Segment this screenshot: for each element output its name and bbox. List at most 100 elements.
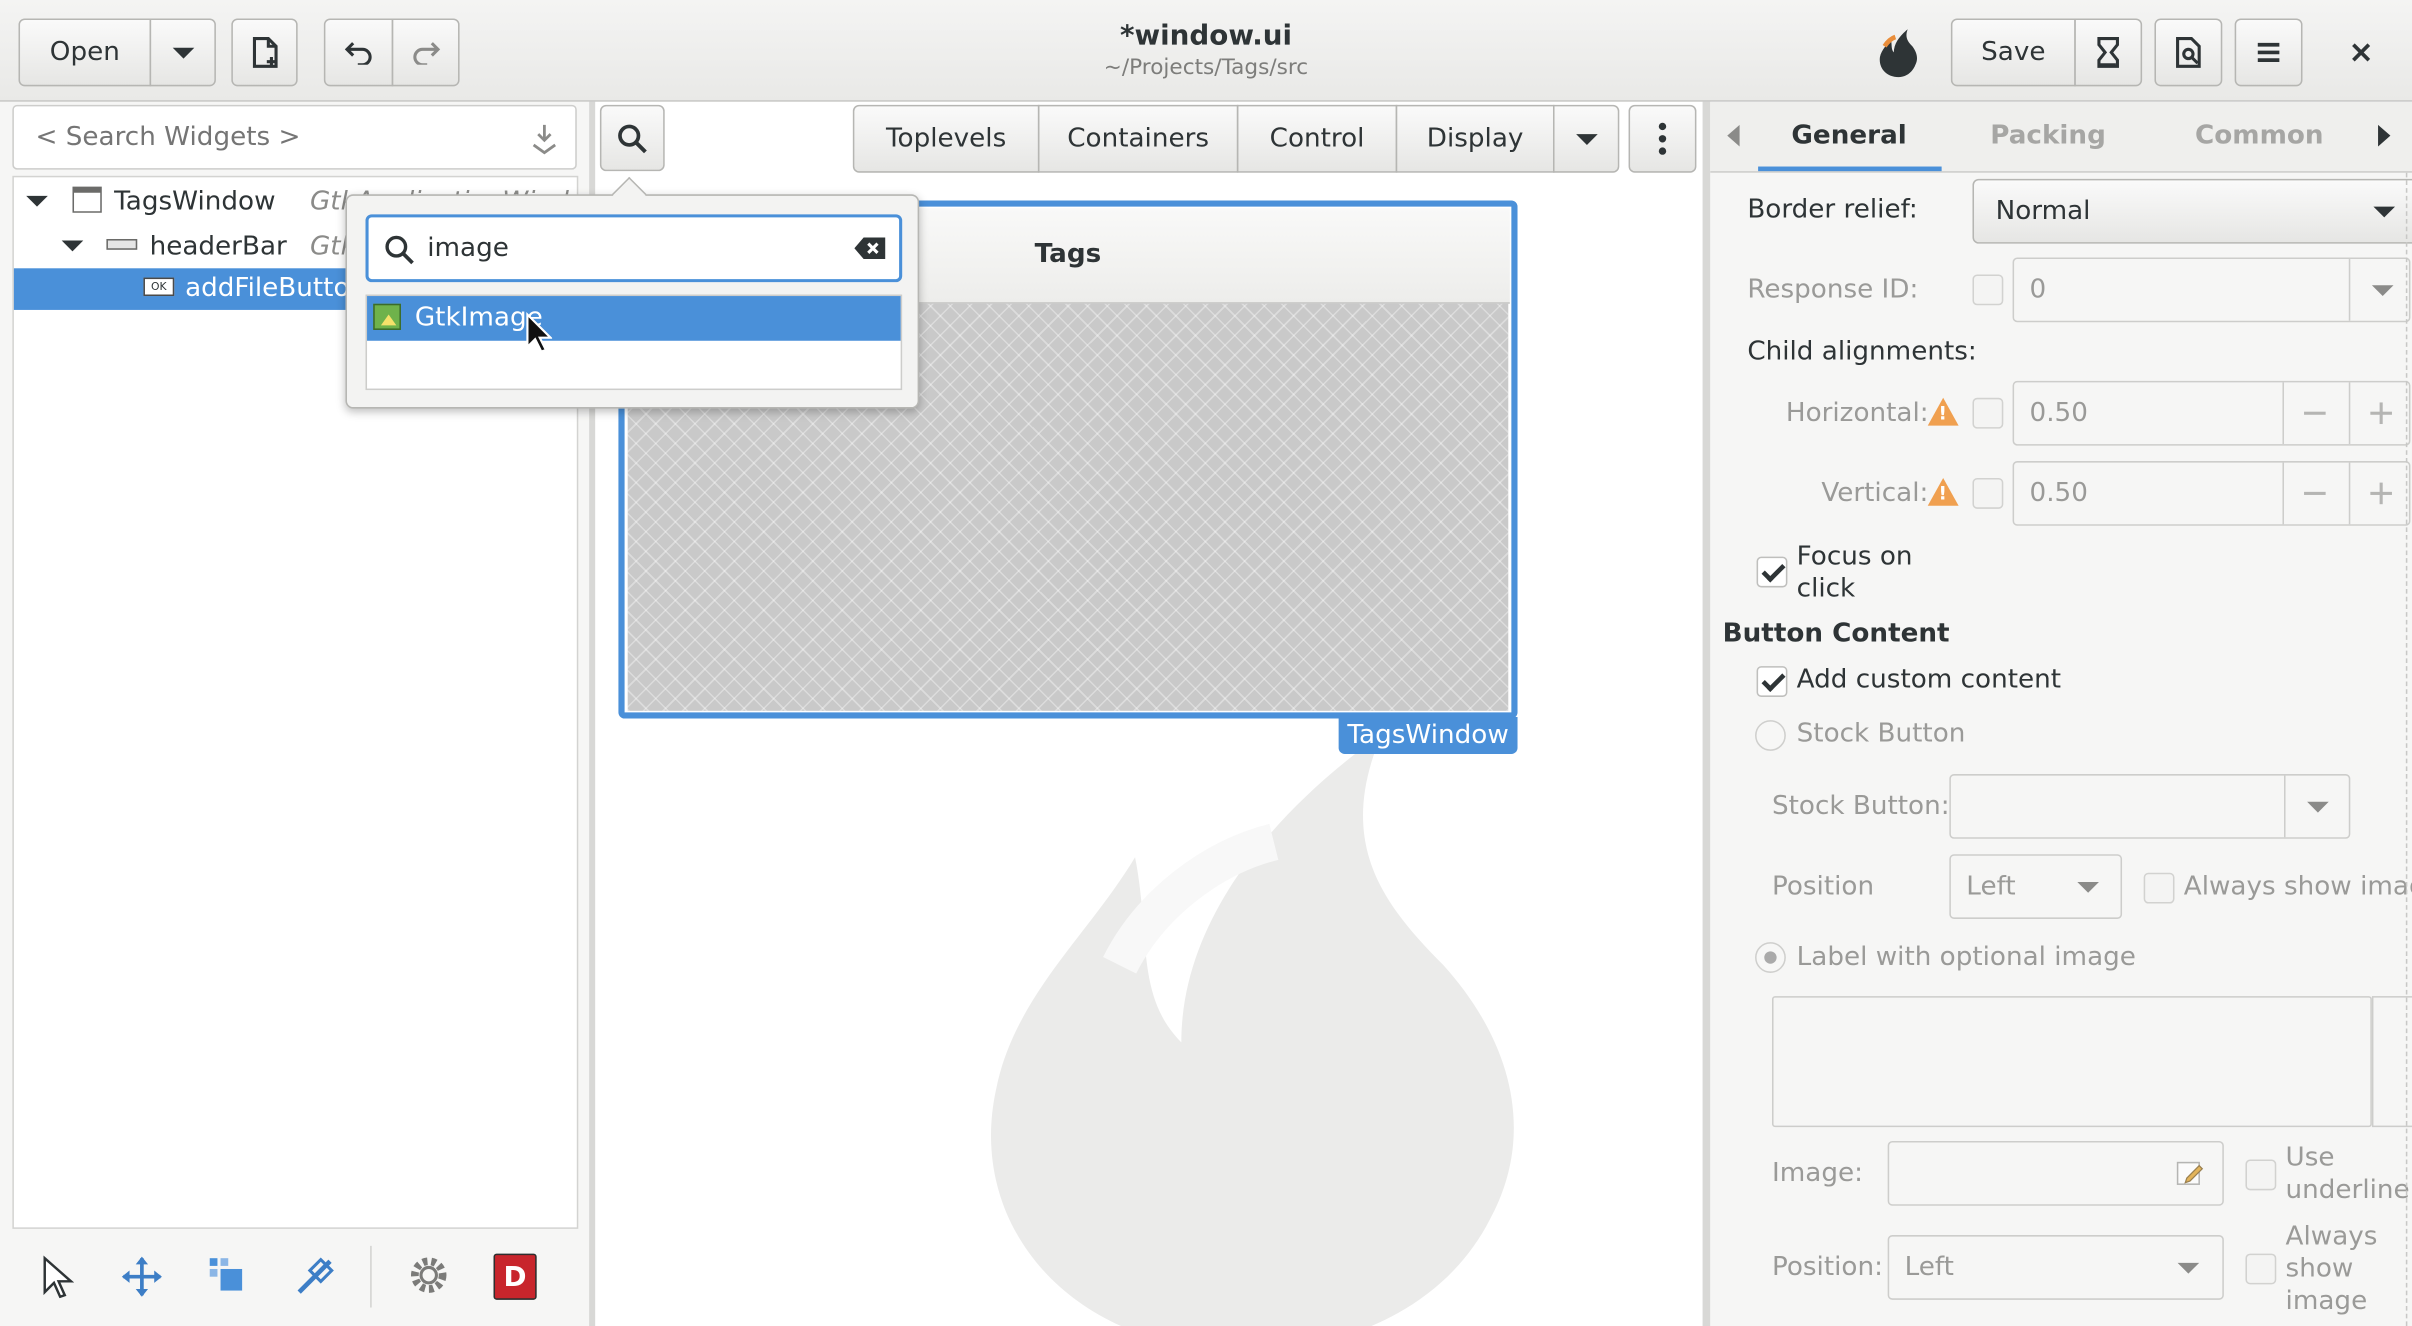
palette-group-label: Control xyxy=(1269,123,1365,155)
open-button[interactable]: Open xyxy=(18,18,152,87)
always-show-label-1: Always xyxy=(2285,1221,2378,1253)
response-id-checkbox[interactable] xyxy=(1972,274,2004,306)
new-file-button[interactable] xyxy=(231,18,298,87)
border-relief-value: Normal xyxy=(1995,195,2091,227)
tree-row-name: TagsWindow xyxy=(114,186,276,218)
always-show-image-label: Always show imag xyxy=(2183,871,2412,903)
stock-button-radio[interactable] xyxy=(1755,720,1786,751)
save-as-button[interactable] xyxy=(2074,18,2143,87)
devhelp-icon[interactable]: D xyxy=(493,1253,537,1300)
undo-button[interactable] xyxy=(323,18,394,87)
search-popover: image GtkImage xyxy=(345,176,920,409)
popover-search-field[interactable]: image xyxy=(365,214,903,283)
always-show-label-2: show xyxy=(2285,1253,2354,1285)
palette-group-label: Display xyxy=(1426,123,1524,155)
save-button[interactable]: Save xyxy=(1950,18,2076,87)
search-hierarchy-icon[interactable] xyxy=(529,122,560,156)
clear-text-icon[interactable] xyxy=(853,236,887,261)
vertical-spin[interactable]: 0.50 xyxy=(2012,461,2411,526)
edit-icon[interactable] xyxy=(2176,1160,2204,1188)
gear-icon[interactable] xyxy=(406,1252,452,1298)
always-show-image-checkbox-2[interactable] xyxy=(2245,1253,2277,1285)
palette-group-label: Toplevels xyxy=(885,123,1007,155)
close-button[interactable] xyxy=(2333,25,2389,81)
image-icon xyxy=(373,303,401,330)
undo-icon xyxy=(344,42,371,65)
minus-icon[interactable] xyxy=(2304,491,2326,495)
position2-label: Position: xyxy=(1771,1252,1883,1283)
response-id-label: Response ID: xyxy=(1747,274,1919,306)
tab-general-underline xyxy=(1758,166,1942,172)
use-underline-checkbox[interactable] xyxy=(2245,1159,2277,1191)
add-custom-content-checkbox[interactable] xyxy=(1756,666,1788,697)
border-relief-label: Border relief: xyxy=(1747,194,1918,226)
minus-icon[interactable] xyxy=(2304,411,2326,415)
window-icon xyxy=(72,186,102,213)
chevron-down-icon xyxy=(2077,881,2099,893)
palette-display-button[interactable]: Display xyxy=(1395,104,1555,173)
palette-options-button[interactable] xyxy=(1628,104,1697,173)
design-window-label: TagsWindow xyxy=(1338,716,1518,754)
button-icon: OK xyxy=(143,277,175,297)
position2-value: Left xyxy=(1904,1252,1954,1283)
horizontal-spin[interactable]: 0.50 xyxy=(2012,380,2411,446)
select-pointer-icon[interactable] xyxy=(40,1255,75,1299)
tab-scroll-left-icon[interactable] xyxy=(1724,123,1743,148)
margin-edit-icon[interactable] xyxy=(207,1255,250,1298)
label-text-area[interactable] xyxy=(1771,996,2372,1128)
headerbar-icon xyxy=(106,238,138,250)
palette-group-label: Containers xyxy=(1067,123,1210,155)
popover-search-text[interactable]: image xyxy=(427,233,509,264)
button-content-header: Button Content xyxy=(1722,618,1950,650)
label-with-image-radio[interactable] xyxy=(1755,942,1786,973)
expander-icon[interactable] xyxy=(26,195,48,207)
redo-button[interactable] xyxy=(391,18,460,87)
tab-common[interactable]: Common xyxy=(2159,120,2359,151)
palette-search-button[interactable] xyxy=(599,104,665,172)
focus-on-click-checkbox[interactable] xyxy=(1756,556,1788,588)
chevron-down-icon xyxy=(2177,1262,2200,1274)
child-alignments-label: Child alignments: xyxy=(1747,336,1977,367)
mouse-cursor-icon xyxy=(526,311,553,353)
image-field[interactable] xyxy=(1887,1141,2224,1206)
image-label: Image: xyxy=(1771,1157,1863,1189)
horizontal-checkbox[interactable] xyxy=(1972,397,2004,429)
response-id-value: 0 xyxy=(2029,274,2047,306)
response-id-field[interactable]: 0 xyxy=(2012,257,2411,323)
save-button-label: Save xyxy=(1981,37,2046,68)
position-combo[interactable]: Left xyxy=(1949,854,2123,919)
focus-on-click-label-2: click xyxy=(1796,573,1856,605)
tab-scroll-right-icon[interactable] xyxy=(2375,123,2394,148)
popover-result-list: GtkImage xyxy=(365,294,903,391)
tab-packing[interactable]: Packing xyxy=(1956,120,2141,151)
preview-button[interactable] xyxy=(2154,18,2223,87)
search-icon xyxy=(385,235,414,265)
main-menu-button[interactable] xyxy=(2234,18,2303,87)
redo-icon xyxy=(413,42,441,65)
palette-control-button[interactable]: Control xyxy=(1236,104,1398,173)
stock-button-combo[interactable] xyxy=(1949,774,2351,839)
horizontal-label: Horizontal: xyxy=(1785,397,1929,429)
design-window-label-text: TagsWindow xyxy=(1347,720,1509,751)
border-relief-combo[interactable]: Normal xyxy=(1972,178,2412,244)
use-underline-label: Use xyxy=(2285,1142,2335,1174)
position-value: Left xyxy=(1966,871,2016,903)
open-recent-dropdown-button[interactable] xyxy=(149,18,216,87)
vertical-checkbox[interactable] xyxy=(1972,477,2004,509)
widget-search-input[interactable] xyxy=(32,120,502,155)
always-show-image-checkbox[interactable] xyxy=(2143,872,2175,904)
vertical-label: Vertical: xyxy=(1821,477,1929,509)
position2-combo[interactable]: Left xyxy=(1887,1235,2224,1300)
palette-containers-button[interactable]: Containers xyxy=(1037,104,1239,173)
widget-search-field[interactable] xyxy=(12,104,577,170)
document-preview-icon xyxy=(2176,37,2201,68)
result-row-selected[interactable]: GtkImage xyxy=(367,296,901,341)
tab-general[interactable]: General xyxy=(1758,120,1940,151)
toolbar-separator xyxy=(370,1245,372,1308)
palette-toplevels-button[interactable]: Toplevels xyxy=(852,104,1040,173)
expander-icon[interactable] xyxy=(61,240,84,252)
palette-more-dropdown-button[interactable] xyxy=(1552,104,1620,173)
drag-resize-icon[interactable] xyxy=(120,1255,163,1298)
window-subtitle: ~/Projects/Tags/src xyxy=(1103,55,1309,81)
alignment-edit-icon[interactable] xyxy=(293,1255,336,1298)
